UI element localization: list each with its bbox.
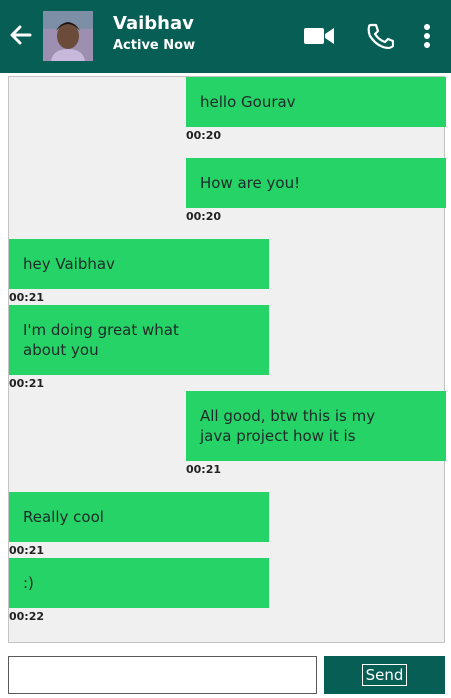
- message-bubble-outgoing: hello Gourav: [186, 77, 446, 127]
- arrow-left-icon: [10, 25, 32, 45]
- message-time: 00:21: [186, 463, 222, 476]
- message-bubble-incoming: Really cool: [9, 492, 269, 542]
- message-time: 00:20: [186, 210, 222, 223]
- message-time: 00:21: [9, 377, 45, 390]
- back-button[interactable]: [8, 20, 34, 50]
- voice-call-button[interactable]: [364, 22, 396, 50]
- avatar[interactable]: [43, 11, 93, 61]
- video-call-button[interactable]: [302, 22, 336, 50]
- message-time: 00:22: [9, 610, 45, 623]
- contact-status: Active Now: [113, 38, 196, 53]
- more-vertical-icon: [424, 24, 430, 48]
- message-bubble-incoming: :): [9, 558, 269, 608]
- video-camera-icon: [304, 28, 334, 44]
- message-bubble-incoming: I'm doing great what about you: [9, 305, 269, 375]
- phone-icon: [367, 23, 394, 49]
- send-button[interactable]: Send: [324, 656, 445, 694]
- send-button-label: Send: [361, 664, 408, 686]
- message-bubble-outgoing: How are you!: [186, 158, 446, 208]
- message-time: 00:21: [9, 544, 45, 557]
- message-time: 00:20: [186, 129, 222, 142]
- message-bubble-outgoing: All good, btw this is my java project ho…: [186, 391, 446, 461]
- chat-header: Vaibhav Active Now: [0, 0, 451, 73]
- message-input[interactable]: [8, 656, 317, 694]
- profile-photo-icon: [43, 11, 93, 61]
- contact-name: Vaibhav: [113, 13, 194, 34]
- message-bubble-incoming: hey Vaibhav: [9, 239, 269, 289]
- message-time: 00:21: [9, 291, 45, 304]
- more-options-button[interactable]: [417, 22, 437, 50]
- message-list[interactable]: hello Gourav 00:20 How are you! 00:20 he…: [8, 76, 446, 643]
